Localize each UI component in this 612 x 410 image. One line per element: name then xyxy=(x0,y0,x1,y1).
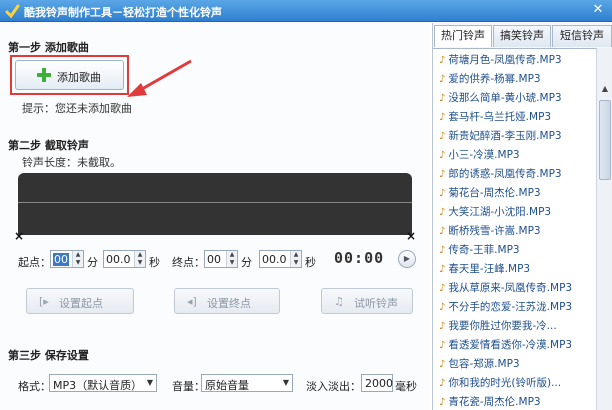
left-panel: 第一步 添加歌曲 添加歌曲 提示：您还未添加歌曲 第二步 截取铃声 铃声长度：未… xyxy=(0,23,430,410)
add-song-hint: 提示：您还未添加歌曲 xyxy=(22,102,132,115)
red-arrow-annotation xyxy=(127,59,192,97)
end-marker-icon[interactable]: × xyxy=(406,230,416,242)
music-note-icon: ♪ xyxy=(439,112,446,123)
app-logo-icon xyxy=(5,4,20,19)
music-note-icon: ♪ xyxy=(439,131,446,142)
music-note-icon: ♪ xyxy=(439,378,446,389)
time-display: 00:00 xyxy=(334,249,385,267)
list-item[interactable]: ♪ 我从草原来-凤凰传奇.MP3 xyxy=(439,280,595,299)
music-note-icon: ♪ xyxy=(439,321,446,332)
stepper-arrows-icon[interactable]: ▲ ▼ xyxy=(72,251,83,267)
music-note-icon: ♪ xyxy=(439,264,446,275)
start-label: 起点： xyxy=(18,256,51,269)
list-item[interactable]: ♪ 大笑江湖-小沈阳.MP3 xyxy=(439,204,595,223)
step1-title: 第一步 添加歌曲 xyxy=(8,41,89,54)
plus-icon xyxy=(37,68,51,82)
set-start-button[interactable]: [▸ 设置起点 xyxy=(26,288,134,314)
list-item[interactable]: ♪ 新贵妃醉酒-李玉刚.MP3 xyxy=(439,128,595,147)
headphones-icon: ♫ xyxy=(334,295,344,308)
music-note-icon: ♪ xyxy=(439,283,446,294)
chevron-up-icon[interactable]: ▲ xyxy=(597,84,612,98)
set-end-icon: ◂] xyxy=(187,295,197,308)
chevron-down-icon: ▼ xyxy=(282,378,289,387)
fade-unit: 毫秒 xyxy=(395,380,417,393)
end-minute-stepper[interactable]: 00 ▲ ▼ xyxy=(204,250,238,268)
tab-sms[interactable]: 短信铃声 xyxy=(552,25,612,47)
list-item[interactable]: ♪ 不分手的恋爱-汪苏泷.MP3 xyxy=(439,299,595,318)
list-item[interactable]: ♪ 爱的供养-杨幂.MP3 xyxy=(439,71,595,90)
music-note-icon: ♪ xyxy=(439,302,446,313)
tab-funny[interactable]: 搞笑铃声 xyxy=(493,25,551,47)
stepper-arrows-icon[interactable]: ▲ ▼ xyxy=(226,251,237,267)
set-start-icon: [▸ xyxy=(39,295,49,308)
fade-label: 淡入淡出： xyxy=(306,380,361,393)
start-second-unit: 秒 xyxy=(149,256,160,269)
end-label: 终点： xyxy=(172,256,205,269)
waveform-area[interactable] xyxy=(18,173,412,235)
format-label: 格式： xyxy=(18,380,51,393)
start-second-stepper[interactable]: 00.0 ▲ ▼ xyxy=(103,250,146,268)
format-select[interactable]: MP3（默认音质） ▼ xyxy=(49,374,157,392)
list-item[interactable]: ♪ 包容-郑源.MP3 xyxy=(439,356,595,375)
waveform-centerline xyxy=(18,202,412,203)
window-title: 酷我铃声制作工具－轻松打造个性化铃声 xyxy=(24,6,222,19)
music-note-icon: ♪ xyxy=(439,188,446,199)
ring-length-text: 铃声长度：未截取。 xyxy=(22,156,121,169)
play-icon[interactable]: ▶ xyxy=(398,250,416,268)
stepper-arrows-icon[interactable]: ▲ ▼ xyxy=(290,251,301,267)
end-second-stepper[interactable]: 00.0 ▲ ▼ xyxy=(259,250,302,268)
list-item[interactable]: ♪ 我要你胜过你要我-冷... xyxy=(439,318,595,337)
start-marker-icon[interactable]: × xyxy=(14,230,24,242)
music-note-icon: ♪ xyxy=(439,169,446,180)
music-note-icon: ♪ xyxy=(439,150,446,161)
fade-input[interactable]: 2000 xyxy=(361,374,393,392)
music-note-icon: ♪ xyxy=(439,207,446,218)
music-note-icon: ♪ xyxy=(439,245,446,256)
music-note-icon: ♪ xyxy=(439,340,446,351)
start-minute-unit: 分 xyxy=(87,256,98,269)
tab-hot[interactable]: 热门铃声 xyxy=(434,25,492,47)
music-note-icon: ♪ xyxy=(439,93,446,104)
ringtone-list: ♪ 荷塘月色-凤凰传奇.MP3 ♪ 爱的供养-杨幂.MP3 ♪ 没那么简单-黄小琥.M… xyxy=(433,48,596,410)
list-item[interactable]: ♪ 小三-冷漠.MP3 xyxy=(439,147,595,166)
list-item[interactable]: ♪ 断桥残雪-许嵩.MP3 xyxy=(439,223,595,242)
chevron-down-icon: ▼ xyxy=(146,378,153,387)
preview-button[interactable]: ♫ 试听铃声 xyxy=(321,288,413,314)
list-item[interactable]: ♪ 春天里-汪峰.MP3 xyxy=(439,261,595,280)
add-song-button[interactable]: 添加歌曲 xyxy=(15,60,124,90)
end-minute-unit: 分 xyxy=(241,256,252,269)
music-note-icon: ♪ xyxy=(439,397,446,408)
step2-title: 第二步 截取铃声 xyxy=(8,139,89,152)
list-item[interactable]: ♪ 菊花台-周杰伦.MP3 xyxy=(439,185,595,204)
list-item[interactable]: ♪ 看透爱情看透你-冷漠.MP3 xyxy=(439,337,595,356)
step3-title: 第三步 保存设置 xyxy=(8,349,89,362)
title-bar: 酷我铃声制作工具－轻松打造个性化铃声 ✕ xyxy=(0,0,612,22)
music-note-icon: ♪ xyxy=(439,74,446,85)
music-note-icon: ♪ xyxy=(439,55,446,66)
end-second-unit: 秒 xyxy=(305,256,316,269)
list-item[interactable]: ♪ 郎的诱惑-凤凰传奇.MP3 xyxy=(439,166,595,185)
list-item[interactable]: ♪ 青花瓷-周杰伦.MP3 xyxy=(439,394,595,410)
start-minute-stepper[interactable]: 00 ▲ ▼ xyxy=(50,250,84,268)
ringtone-panel: 热门铃声 搞笑铃声 短信铃声 ♪ 荷塘月色-凤凰传奇.MP3 ♪ 爱的供养-杨幂.M… xyxy=(432,23,612,410)
list-scrollbar[interactable]: ▲ xyxy=(596,48,612,410)
ringtone-tabs: 热门铃声 搞笑铃声 短信铃声 xyxy=(433,25,612,47)
volume-select[interactable]: 原始音量 ▼ xyxy=(201,374,293,392)
list-item[interactable]: ♪ 传奇-王菲.MP3 xyxy=(439,242,595,261)
music-note-icon: ♪ xyxy=(439,359,446,370)
set-end-button[interactable]: ◂] 设置终点 xyxy=(174,288,280,314)
scrollbar-thumb[interactable] xyxy=(599,100,611,180)
list-item[interactable]: ♪ 套马杆-乌兰托娅.MP3 xyxy=(439,109,595,128)
add-song-label: 添加歌曲 xyxy=(57,71,101,84)
list-item[interactable]: ♪ 荷塘月色-凤凰传奇.MP3 xyxy=(439,52,595,71)
music-note-icon: ♪ xyxy=(439,226,446,237)
stepper-arrows-icon[interactable]: ▲ ▼ xyxy=(134,251,145,267)
list-item[interactable]: ♪ 你和我的时光(铃听版)... xyxy=(439,375,595,394)
close-icon[interactable]: ✕ xyxy=(590,2,606,18)
list-item[interactable]: ♪ 没那么简单-黄小琥.MP3 xyxy=(439,90,595,109)
